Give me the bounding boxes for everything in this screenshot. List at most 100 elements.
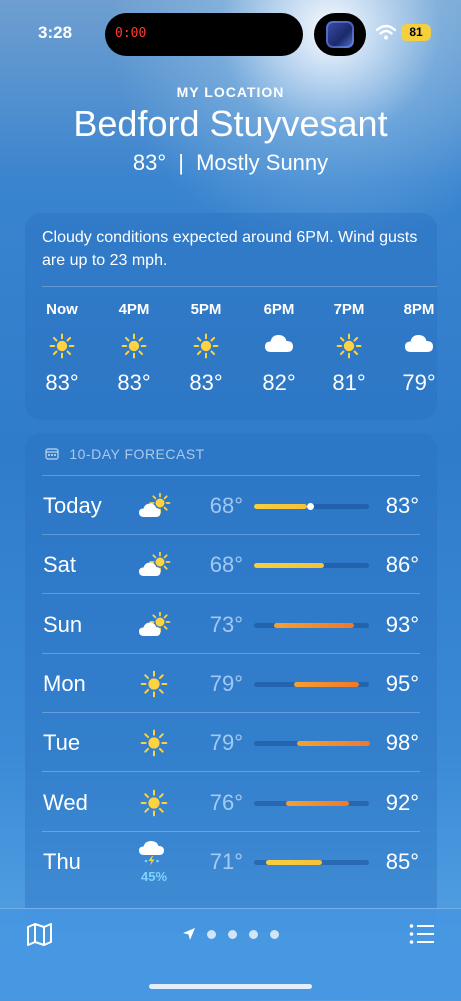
hourly-item: Now 83° (32, 301, 92, 396)
sun-icon (319, 333, 379, 359)
forecast-row[interactable]: Wed 76° 92° (0, 773, 461, 832)
separator: | (178, 150, 184, 175)
low-temp: 68° (209, 552, 243, 578)
temp-range-bar (254, 563, 369, 569)
forecast-row[interactable]: Thu 45% 71° 85° (0, 832, 461, 891)
list-icon[interactable] (409, 923, 435, 945)
temp-range-bar (254, 741, 370, 747)
day-name: Today (43, 493, 102, 518)
low-temp: 76° (209, 789, 243, 815)
page-dot[interactable] (207, 930, 216, 939)
temp-range-bar (254, 622, 369, 628)
high-temp: 85° (385, 848, 419, 874)
sun-icon (140, 729, 168, 762)
current-temp: 83° (132, 150, 167, 175)
page-dot[interactable] (249, 930, 258, 939)
hourly-item: 6PM 82° (249, 301, 309, 396)
low-temp: 68° (209, 493, 243, 518)
partly-cloudy-icon (138, 611, 172, 643)
location-arrow-icon[interactable] (182, 927, 196, 941)
day-name: Wed (43, 789, 88, 815)
high-temp: 93° (385, 611, 419, 637)
temp-range-fill (294, 681, 359, 687)
partly-cloudy-icon (138, 492, 172, 524)
battery-indicator: 81 (401, 24, 431, 41)
forecast-row[interactable]: Sat 68° 86° (0, 535, 461, 595)
day-name: Mon (43, 670, 86, 696)
forecast-row[interactable]: Today 68° 83° (0, 476, 461, 535)
temp-range-fill (254, 504, 307, 509)
forecast-row[interactable]: Tue 79° 98° (0, 713, 461, 773)
hour-temp: 82° (262, 370, 296, 395)
sun-icon (104, 333, 164, 359)
hour-temp: 81° (332, 370, 366, 395)
sun-icon (140, 789, 168, 822)
hour-label: Now (46, 301, 78, 318)
hourly-item: 7PM 81° (319, 301, 379, 396)
forecast-header: 10-DAY FORECAST (45, 446, 205, 462)
high-temp: 98° (385, 730, 419, 756)
page-dot[interactable] (270, 930, 279, 939)
current-conditions: 83° | Mostly Sunny (0, 150, 461, 176)
hourly-item: 8PM 79° (389, 301, 449, 396)
condition-text: Mostly Sunny (196, 150, 329, 175)
hourly-item: 4PM 83° (104, 301, 164, 396)
hour-label: 6PM (263, 301, 295, 318)
hourly-item: 5PM 83° (176, 301, 236, 396)
hour-temp: 83° (117, 370, 151, 395)
day-name: Tue (43, 730, 81, 756)
hour-label: 8PM (403, 301, 435, 318)
sun-icon (32, 333, 92, 359)
app-icon (326, 21, 354, 48)
hour-label: 4PM (118, 301, 150, 318)
divider (42, 286, 437, 287)
temp-range-fill (266, 859, 322, 865)
temp-range-bar (254, 681, 369, 687)
map-icon[interactable] (26, 922, 53, 947)
hour-temp: 83° (45, 370, 79, 395)
home-indicator[interactable] (149, 984, 312, 989)
high-temp: 83° (385, 493, 419, 518)
low-temp: 79° (209, 730, 243, 756)
cloud-icon (389, 333, 449, 359)
hourly-summary: Cloudy conditions expected around 6PM. W… (42, 229, 418, 269)
low-temp: 79° (209, 670, 243, 696)
hour-label: 5PM (190, 301, 222, 318)
precip-chance: 45% (140, 868, 168, 884)
timer-readout: 0:00 (115, 26, 147, 41)
high-temp: 92° (385, 789, 419, 815)
day-name: Sat (43, 552, 77, 578)
temp-range-fill (254, 563, 324, 569)
cloud-icon (249, 333, 309, 359)
temp-range-fill (286, 800, 349, 806)
low-temp: 73° (209, 611, 243, 637)
temp-range-bar (254, 859, 369, 865)
day-name: Thu (43, 848, 81, 874)
hour-label: 7PM (333, 301, 365, 318)
forecast-title: 10-DAY FORECAST (69, 446, 205, 462)
partly-cloudy-icon (138, 551, 172, 583)
low-temp: 71° (209, 848, 243, 874)
dynamic-island[interactable]: 0:00 (105, 13, 303, 56)
wifi-icon (376, 24, 396, 40)
location-label: MY LOCATION (176, 84, 285, 100)
forecast-row[interactable]: Sun 73° 93° (0, 595, 461, 654)
thunderstorm-icon (138, 840, 166, 871)
high-temp: 95° (385, 670, 419, 696)
high-temp: 86° (385, 552, 419, 578)
calendar-icon (45, 448, 59, 460)
hour-temp: 83° (189, 370, 223, 395)
location-name: Bedford Stuyvesant (73, 103, 388, 144)
hour-temp: 79° (402, 370, 436, 395)
temp-range-bar (254, 503, 369, 510)
forecast-row[interactable]: Mon 79° 95° (0, 654, 461, 713)
temp-range-bar (254, 800, 369, 806)
status-time: 3:28 (38, 23, 73, 42)
sun-icon (140, 670, 168, 703)
day-name: Sun (43, 611, 83, 637)
live-activity[interactable] (314, 13, 366, 56)
sun-icon (176, 333, 236, 359)
current-temp-marker (307, 503, 314, 510)
temp-range-fill (274, 622, 354, 628)
page-dot[interactable] (228, 930, 237, 939)
